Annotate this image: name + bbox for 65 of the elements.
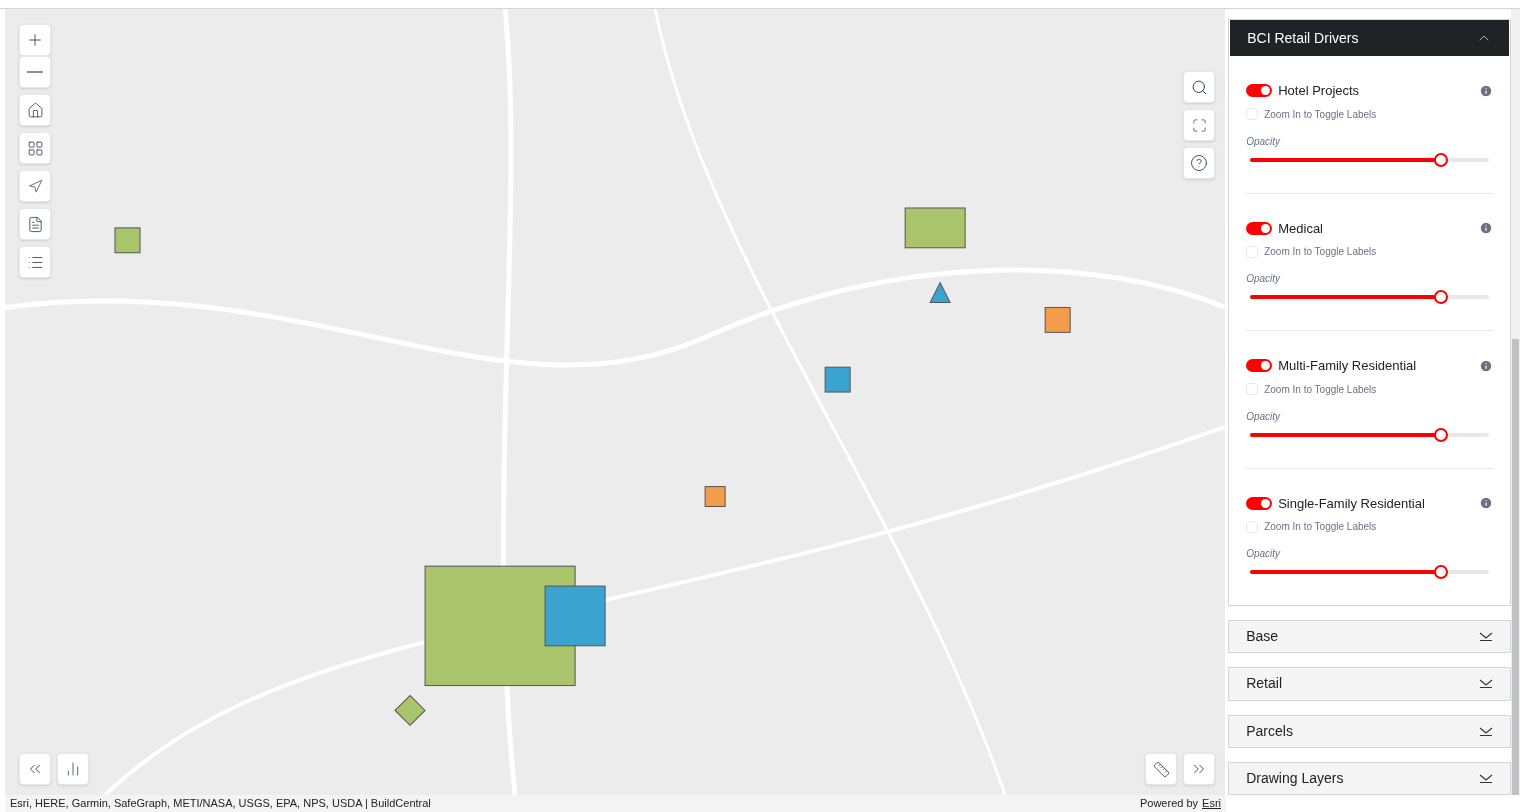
opacity-label: Opacity: [1246, 134, 1282, 149]
fullscreen-icon: [1191, 117, 1207, 133]
chevron-down-icon: [1479, 632, 1493, 642]
checkbox-label: Zoom In to Toggle Labels: [1264, 245, 1377, 259]
chevron-down-icon: [1479, 773, 1493, 783]
toggle-switch[interactable]: [1246, 84, 1273, 98]
chart-button[interactable]: [57, 753, 89, 785]
layer-name: Hotel Projects: [1278, 82, 1360, 100]
help-button[interactable]: [1183, 147, 1216, 179]
chevron-down-icon: [1479, 679, 1493, 689]
attribution-text: Esri, HERE, Garmin, SafeGraph, METI/NASA, USGS, EPA, NPS, USDA | BuildCentral: [10, 796, 431, 812]
section-header[interactable]: Drawing Layers: [1228, 761, 1511, 795]
ruler-icon: [1152, 760, 1170, 778]
opacity-slider[interactable]: [1250, 152, 1489, 167]
label-checkbox[interactable]: [1246, 520, 1259, 533]
scrollbar[interactable]: [1511, 9, 1520, 795]
layer-name: Single-Family Residential: [1278, 494, 1425, 513]
zoom-in-button[interactable]: [19, 24, 51, 56]
opacity-slider[interactable]: [1250, 290, 1489, 304]
info-icon[interactable]: [1479, 496, 1493, 511]
opacity-slider[interactable]: [1250, 565, 1489, 579]
layer-name: Medical: [1278, 219, 1323, 238]
minus-icon: [27, 71, 43, 73]
legend-button[interactable]: [19, 246, 51, 278]
bar-chart-icon: [65, 761, 81, 777]
esri-link[interactable]: Esri: [1202, 795, 1221, 812]
powered-by-text: Powered by: [1139, 796, 1199, 812]
navigation-arrow-icon: [27, 178, 43, 194]
grid-icon: [26, 139, 44, 157]
opacity-slider[interactable]: [1250, 427, 1489, 442]
info-icon[interactable]: [1479, 83, 1493, 98]
info-icon[interactable]: [1479, 221, 1493, 236]
checkbox-label: Zoom In to Toggle Labels: [1264, 382, 1377, 397]
label-checkbox[interactable]: [1246, 108, 1259, 120]
chevron-down-icon: [1479, 726, 1493, 736]
toggle-switch[interactable]: [1246, 359, 1273, 373]
opacity-label: Opacity: [1246, 409, 1282, 424]
section-header[interactable]: Parcels: [1228, 714, 1511, 748]
pdf-button[interactable]: [19, 208, 51, 240]
home-button[interactable]: [19, 94, 51, 126]
zoom-out-button[interactable]: [19, 56, 51, 88]
label-checkbox[interactable]: [1246, 383, 1259, 395]
info-icon[interactable]: [1479, 358, 1493, 373]
expand-button[interactable]: [1183, 753, 1216, 785]
search-icon: [1190, 78, 1208, 96]
opacity-label: Opacity: [1246, 547, 1282, 561]
search-button[interactable]: [1183, 71, 1216, 103]
checkbox-label: Zoom In to Toggle Labels: [1264, 520, 1377, 534]
document-icon: [26, 215, 44, 233]
opacity-label: Opacity: [1246, 272, 1282, 286]
section-header[interactable]: Retail: [1228, 667, 1511, 701]
checkbox-label: Zoom In to Toggle Labels: [1264, 107, 1377, 122]
measure-button[interactable]: [1145, 753, 1178, 785]
layer-name: Multi-Family Residential: [1278, 357, 1417, 375]
collapse-button[interactable]: [19, 753, 51, 785]
label-checkbox[interactable]: [1246, 245, 1259, 258]
section-header[interactable]: Base: [1228, 620, 1511, 654]
basemap-button[interactable]: [19, 132, 51, 164]
help-icon: [1190, 154, 1209, 172]
locate-button[interactable]: [19, 170, 51, 202]
toggle-switch[interactable]: [1246, 221, 1273, 235]
home-icon: [26, 101, 44, 119]
panel-title: BCI Retail Drivers: [1247, 28, 1359, 48]
plus-icon: [26, 31, 44, 49]
toggle-switch[interactable]: [1246, 496, 1273, 510]
